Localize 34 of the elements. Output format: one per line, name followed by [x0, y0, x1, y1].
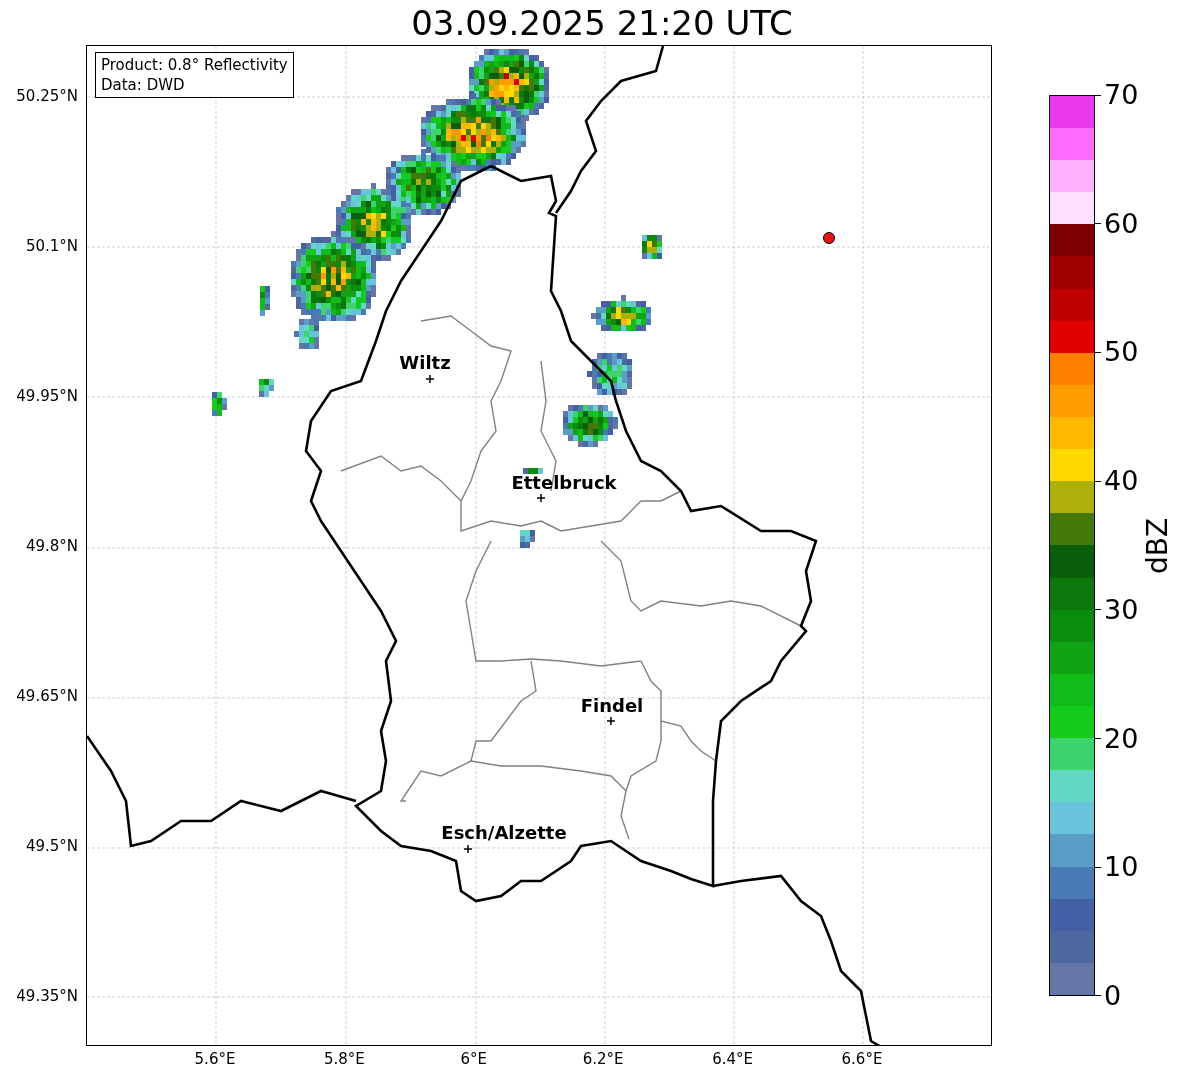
info-text: Data: DWD [101, 75, 186, 95]
city-marker-icon [463, 844, 473, 854]
latitude-label: 49.35°N [16, 986, 78, 1006]
colorbar-label: dBZ [1140, 517, 1176, 574]
city-marker-icon [536, 493, 546, 503]
city-label: Ettelbruck [511, 474, 617, 492]
city-marker-icon [606, 716, 616, 726]
colorbar-tick-label: 30 [1103, 594, 1139, 625]
info-text: Product: 0.8° Reflectivity [101, 55, 288, 75]
colorbar-tick-label: 50 [1103, 337, 1139, 368]
longitude-label: 5.8°E [322, 1049, 366, 1069]
colorbar-tick-label: 10 [1103, 852, 1139, 883]
radar-site-marker [823, 232, 835, 244]
latitude-label: 50.25°N [16, 86, 78, 106]
longitude-label: 6°E [459, 1049, 489, 1069]
city-marker-icon [425, 374, 435, 384]
longitude-label: 6.4°E [711, 1049, 754, 1069]
colorbar-tick-label: 60 [1103, 208, 1139, 239]
latitude-label: 49.5°N [25, 836, 78, 856]
latitude-label: 49.95°N [16, 386, 78, 406]
city-label: Esch/Alzette [441, 824, 567, 842]
longitude-label: 5.6°E [193, 1049, 237, 1069]
colorbar-tick-label: 0 [1103, 980, 1122, 1011]
city-label: Findel [580, 697, 644, 715]
longitude-label: 6.6°E [840, 1049, 884, 1069]
longitude-label: 6.2°E [581, 1049, 625, 1069]
colorbar-tick-label: 20 [1103, 723, 1139, 754]
colorbar-tick-label: 40 [1103, 466, 1139, 497]
latitude-label: 49.65°N [16, 686, 78, 706]
city-label: Wiltz [399, 354, 451, 372]
colorbar-tick-label: 70 [1103, 80, 1139, 110]
latitude-label: 50.1°N [25, 236, 78, 256]
latitude-label: 49.8°N [25, 536, 78, 556]
chart-title: 03.09.2025 21:20 UTC [411, 5, 793, 40]
